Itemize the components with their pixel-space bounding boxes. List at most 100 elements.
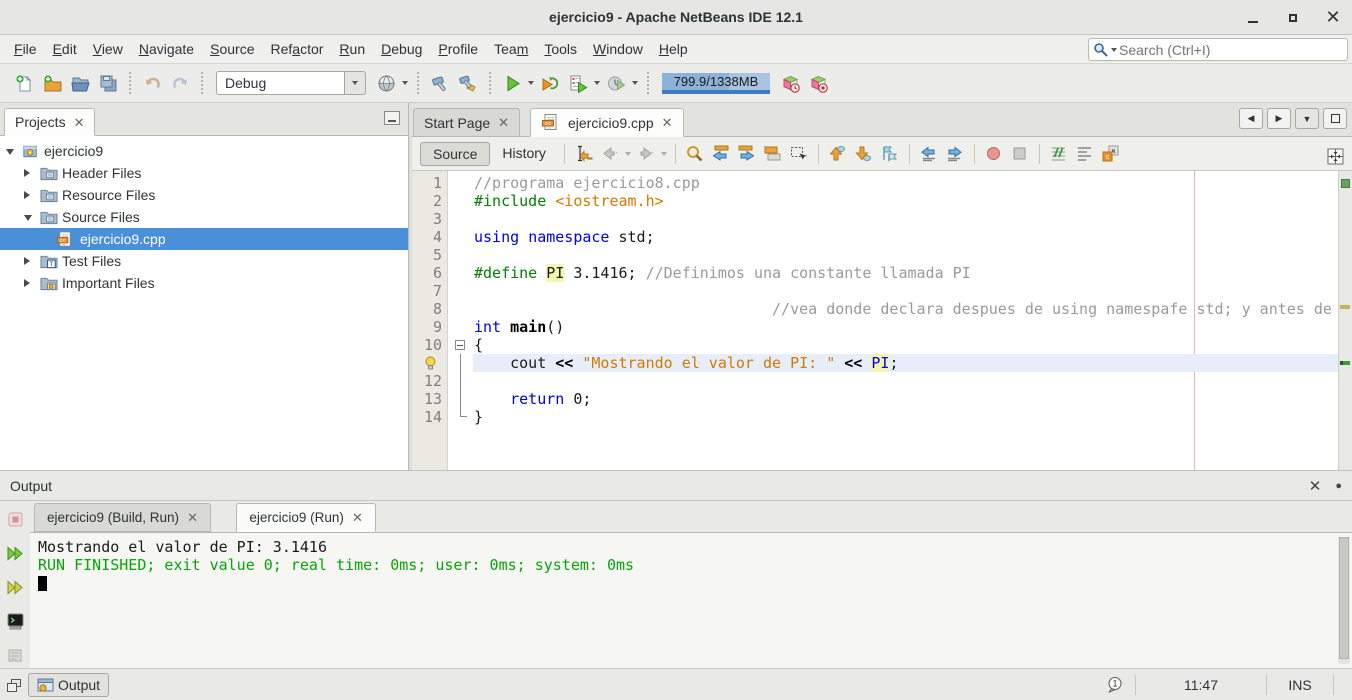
close-icon[interactable]: ✕ — [1320, 5, 1346, 31]
next-bookmark-icon[interactable] — [851, 141, 877, 167]
dropdown-arrow-icon[interactable] — [594, 81, 600, 85]
start-macro-recording-icon[interactable] — [981, 141, 1007, 167]
save-all-icon[interactable] — [94, 69, 122, 97]
close-tab-icon[interactable]: ✕ — [498, 116, 509, 129]
collapse-arrow-icon[interactable] — [24, 215, 32, 221]
navigate-forward-icon[interactable] — [633, 141, 659, 167]
close-tab-icon[interactable]: ✕ — [352, 511, 363, 524]
run-project-icon[interactable] — [498, 69, 526, 97]
dropdown-arrow-icon[interactable] — [528, 81, 534, 85]
toggle-highlight-search-icon[interactable] — [760, 141, 786, 167]
fold-collapse-icon[interactable] — [455, 340, 465, 350]
tree-item-important-files[interactable]: Important Files — [0, 272, 408, 294]
expand-arrow-icon[interactable] — [24, 279, 30, 287]
open-terminal-icon[interactable] — [1, 608, 29, 634]
new-project-icon[interactable] — [38, 69, 66, 97]
toggle-bookmark-icon[interactable] — [877, 141, 903, 167]
tree-item-source-files[interactable]: Source Files — [0, 206, 408, 228]
menu-team[interactable]: Team — [486, 35, 536, 63]
previous-bookmark-icon[interactable] — [825, 141, 851, 167]
insert-mode-indicator[interactable]: INS — [1277, 677, 1323, 693]
expand-arrow-icon[interactable] — [24, 169, 30, 177]
error-stripe[interactable] — [1338, 171, 1352, 470]
configuration-dropdown-icon[interactable] — [344, 71, 366, 95]
scroll-tabs-right-icon[interactable]: ▶ — [1267, 108, 1291, 129]
search-input[interactable] — [1119, 42, 1343, 58]
menu-view[interactable]: View — [85, 35, 131, 63]
shift-line-right-icon[interactable] — [942, 141, 968, 167]
profile-project-icon[interactable] — [564, 69, 592, 97]
rerun-with-args-icon[interactable] — [1, 575, 29, 601]
split-document-icon[interactable] — [1322, 143, 1348, 169]
rerun-icon[interactable] — [1, 541, 29, 567]
build-project-icon[interactable] — [426, 69, 454, 97]
expand-arrow-icon[interactable] — [24, 257, 30, 265]
search-scope-dropdown-icon[interactable] — [1111, 48, 1117, 52]
minimize-icon[interactable] — [1240, 5, 1266, 31]
tab-projects[interactable]: Projects ✕ — [4, 108, 95, 136]
float-output-icon[interactable]: ● — [1335, 480, 1342, 492]
memory-usage-indicator[interactable]: 799.9/1338MB — [662, 73, 770, 94]
menu-window[interactable]: Window — [585, 35, 651, 63]
menu-debug[interactable]: Debug — [373, 35, 430, 63]
menu-run[interactable]: Run — [331, 35, 373, 63]
stop-process-icon[interactable] — [1, 507, 29, 533]
console-output[interactable]: Mostrando el valor de PI: 3.1416RUN FINI… — [30, 532, 1352, 668]
menu-navigate[interactable]: Navigate — [131, 35, 202, 63]
expand-arrow-icon[interactable] — [24, 191, 30, 199]
output-window-toggle-button[interactable]: Output — [28, 673, 109, 697]
minimize-panel-icon[interactable] — [384, 111, 400, 125]
stop-macro-recording-icon[interactable] — [1007, 141, 1033, 167]
tab-list-icon[interactable]: ▼ — [1295, 108, 1319, 129]
menu-help[interactable]: Help — [651, 35, 696, 63]
close-tab-icon[interactable]: ✕ — [662, 116, 673, 129]
menu-profile[interactable]: Profile — [430, 35, 486, 63]
editor-tab-start-page[interactable]: Start Page✕ — [413, 108, 520, 137]
find-selection-icon[interactable] — [682, 141, 708, 167]
menu-refactor[interactable]: Refactor — [262, 35, 331, 63]
configuration-combobox[interactable]: Debug — [216, 71, 366, 95]
output-scrollbar[interactable] — [1338, 537, 1350, 664]
profile-loop-icon[interactable] — [602, 69, 630, 97]
restore-window-group-icon[interactable] — [6, 677, 23, 694]
stripe-hint-mark[interactable] — [1340, 361, 1350, 365]
navigate-back-icon[interactable] — [597, 141, 623, 167]
collapse-arrow-icon[interactable] — [6, 149, 14, 155]
menu-tools[interactable]: Tools — [536, 35, 585, 63]
maximize-icon[interactable] — [1280, 5, 1306, 31]
comment-icon[interactable] — [1046, 141, 1072, 167]
tree-item-test-files[interactable]: TTest Files — [0, 250, 408, 272]
stripe-warning-mark[interactable] — [1340, 305, 1350, 309]
profile-stop-points-icon[interactable] — [804, 69, 832, 97]
close-tab-icon[interactable]: ✕ — [187, 511, 198, 524]
dropdown-arrow-icon[interactable] — [402, 81, 408, 85]
clean-and-build-icon[interactable] — [454, 69, 482, 97]
tree-item-ejercicio9[interactable]: ejercicio9 — [0, 140, 408, 162]
undo-icon[interactable] — [138, 69, 166, 97]
output-settings-icon[interactable] — [1, 642, 29, 668]
menu-source[interactable]: Source — [202, 35, 262, 63]
maximize-editor-icon[interactable] — [1323, 108, 1347, 129]
debug-project-icon[interactable] — [536, 69, 564, 97]
editor-tab-ejercicio9-cpp[interactable]: ccejercicio9.cpp✕ — [530, 108, 684, 137]
menu-edit[interactable]: Edit — [45, 35, 85, 63]
new-file-icon[interactable] — [10, 69, 38, 97]
source-view-button[interactable]: Source — [420, 142, 490, 166]
close-icon[interactable]: ✕ — [74, 116, 85, 129]
profile-points-icon[interactable] — [776, 69, 804, 97]
close-output-icon[interactable]: ✕ — [1309, 477, 1322, 495]
code-fold-column[interactable] — [449, 171, 474, 470]
tree-item-resource-files[interactable]: Resource Files — [0, 184, 408, 206]
last-edit-location-icon[interactable] — [571, 141, 597, 167]
set-configuration-icon[interactable] — [372, 69, 400, 97]
menu-file[interactable]: File — [6, 35, 45, 63]
toggle-header-source-icon[interactable]: nc — [1098, 141, 1124, 167]
scroll-tabs-left-icon[interactable]: ◀ — [1239, 108, 1263, 129]
open-project-icon[interactable] — [66, 69, 94, 97]
search-box[interactable] — [1088, 38, 1348, 61]
dropdown-arrow-icon[interactable] — [632, 81, 638, 85]
uncomment-icon[interactable] — [1072, 141, 1098, 167]
shift-line-left-icon[interactable] — [916, 141, 942, 167]
rectangular-selection-icon[interactable] — [786, 141, 812, 167]
tree-item-ejercicio9-cpp[interactable]: ccejercicio9.cpp — [0, 228, 408, 250]
